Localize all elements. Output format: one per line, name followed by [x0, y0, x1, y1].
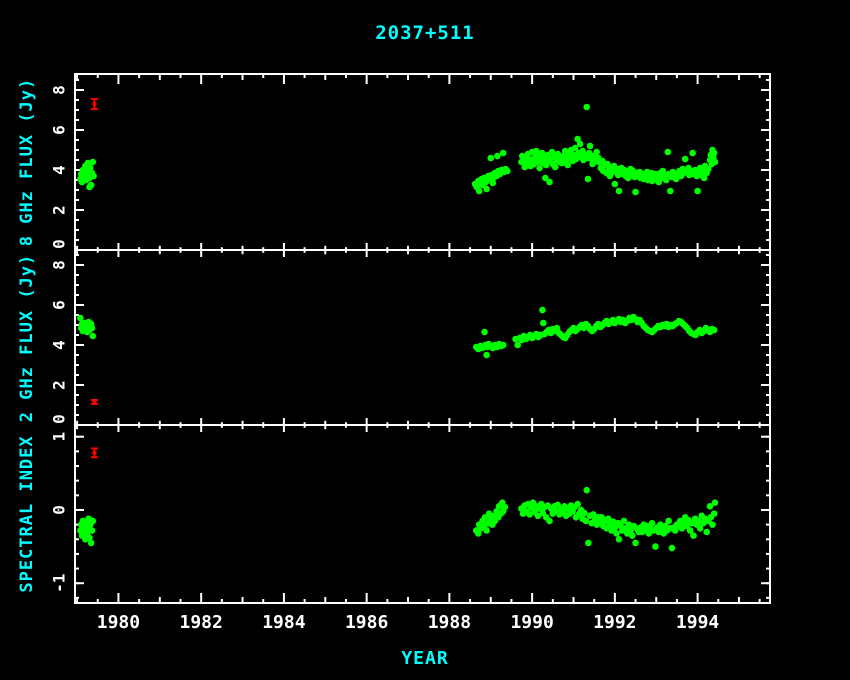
- figure-2037+511: 2037+511 8 GHz FLUX (Jy) 2 GHz FLUX (Jy)…: [0, 0, 850, 680]
- svg-text:1980: 1980: [97, 612, 140, 633]
- svg-text:1992: 1992: [593, 612, 636, 633]
- svg-text:8: 8: [50, 260, 69, 270]
- svg-text:1984: 1984: [262, 612, 306, 633]
- y-axis-label-8ghz-flux: 8 GHz FLUX (Jy): [17, 78, 37, 247]
- svg-text:-1: -1: [50, 574, 69, 593]
- y-axis-label-2ghz-flux: 2 GHz FLUX (Jy): [17, 254, 37, 423]
- svg-text:0: 0: [50, 414, 69, 424]
- svg-text:1982: 1982: [179, 612, 222, 633]
- svg-text:4: 4: [50, 165, 69, 175]
- svg-text:2: 2: [50, 380, 69, 390]
- svg-text:0: 0: [50, 505, 69, 515]
- source-title: 2037+511: [0, 22, 850, 44]
- svg-text:8: 8: [50, 85, 69, 95]
- svg-text:2: 2: [50, 205, 69, 215]
- svg-text:1994: 1994: [676, 612, 720, 633]
- svg-text:1: 1: [50, 432, 69, 442]
- svg-text:6: 6: [50, 125, 69, 135]
- svg-text:6: 6: [50, 300, 69, 310]
- x-axis-label-year: YEAR: [0, 648, 850, 669]
- svg-text:1986: 1986: [345, 612, 388, 633]
- y-axis-label-spectral-index: SPECTRAL INDEX: [17, 435, 37, 592]
- svg-text:0: 0: [50, 239, 69, 249]
- svg-text:1988: 1988: [428, 612, 471, 633]
- svg-text:1990: 1990: [510, 612, 553, 633]
- light-curve-plot: 1980 1982 1984 1986 1988 1990 1992 1994 0 2 4 6 8 0 2 4…: [0, 0, 850, 680]
- svg-text:4: 4: [50, 340, 69, 350]
